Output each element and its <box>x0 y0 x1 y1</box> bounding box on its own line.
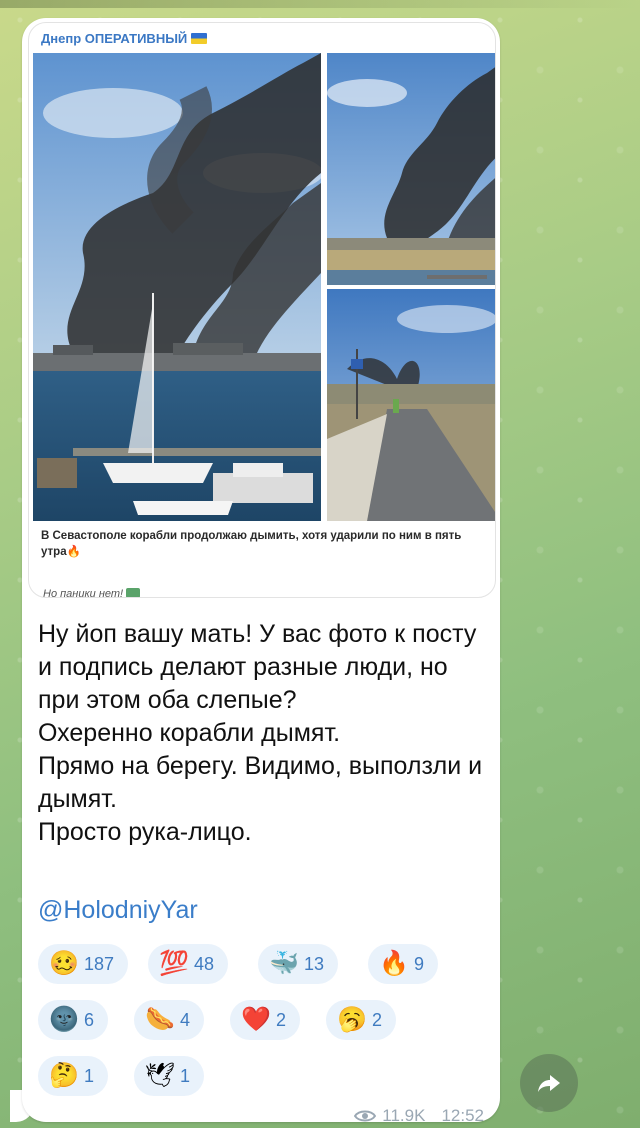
message-time: 12:52 <box>441 1106 484 1125</box>
reaction-count: 6 <box>84 1009 95 1030</box>
reaction-count: 13 <box>304 953 325 974</box>
reaction-new-moon-face[interactable]: 🌚 6 <box>38 1000 109 1040</box>
message-bubble[interactable]: Днепр ОПЕРАТИВНЫЙ В Севастополе корабли … <box>22 18 500 1125</box>
embed-note-text: Но паники нет! <box>43 588 124 598</box>
channel-name-text: Днепр ОПЕРАТИВНЫЙ <box>41 31 188 46</box>
hundred-points-icon: 💯 <box>159 950 189 977</box>
eye-icon <box>354 1110 377 1122</box>
top-edge <box>0 0 640 8</box>
reaction-dove[interactable]: 🕊 1 <box>134 1056 205 1096</box>
message-text: Ну йоп вашу мать! У вас фото к посту и п… <box>38 620 483 846</box>
heart-icon: ❤️ <box>241 1006 271 1033</box>
view-count: 11.9K <box>382 1106 426 1125</box>
thinking-face-icon: 🤔 <box>49 1062 79 1089</box>
share-arrow-icon <box>538 1075 560 1092</box>
yawning-face-icon: 🥱 <box>337 1006 367 1033</box>
reaction-count: 187 <box>84 953 115 974</box>
forwarded-post-preview[interactable]: Днепр ОПЕРАТИВНЫЙ В Севастополе корабли … <box>28 22 496 598</box>
reaction-heart[interactable]: ❤️ 2 <box>230 1000 301 1040</box>
reaction-whale[interactable]: 🐳 13 <box>258 944 339 984</box>
photo-harbor-smoke[interactable] <box>33 53 321 521</box>
fire-icon: 🔥 <box>379 950 409 977</box>
mention-link[interactable]: @HolodniyYar <box>38 896 198 925</box>
hot-dog-icon: 🌭 <box>145 1006 175 1033</box>
share-button[interactable] <box>520 1054 578 1112</box>
message-meta: 11.9K 12:52 <box>354 1106 484 1126</box>
reaction-woozy[interactable]: 🥴 187 <box>38 944 129 984</box>
embed-caption: В Севастополе корабли продолжаю дымить, … <box>41 530 462 558</box>
channel-name[interactable]: Днепр ОПЕРАТИВНЫЙ <box>41 31 208 46</box>
reaction-thinking[interactable]: 🤔 1 <box>38 1056 109 1096</box>
photo-road-smoke[interactable] <box>327 289 495 521</box>
reaction-count: 1 <box>84 1065 95 1086</box>
whale-icon: 🐳 <box>269 950 299 977</box>
reaction-fire[interactable]: 🔥 9 <box>368 944 439 984</box>
reaction-count: 1 <box>180 1065 191 1086</box>
tank-emoji-icon <box>126 588 141 597</box>
reaction-count: 4 <box>180 1009 191 1030</box>
reaction-count: 2 <box>372 1009 383 1030</box>
woozy-face-icon: 🥴 <box>49 950 79 977</box>
reaction-hot-dog[interactable]: 🌭 4 <box>134 1000 205 1040</box>
reaction-count: 9 <box>414 953 425 974</box>
embed-note: Но паники нет! <box>43 588 141 598</box>
reaction-yawning[interactable]: 🥱 2 <box>326 1000 397 1040</box>
reaction-count: 2 <box>276 1009 287 1030</box>
dove-icon: 🕊 <box>144 1062 176 1089</box>
ukraine-flag-icon <box>191 33 208 44</box>
reaction-hundred[interactable]: 💯 48 <box>148 944 229 984</box>
reaction-count: 48 <box>194 953 215 974</box>
new-moon-face-icon: 🌚 <box>49 1006 79 1033</box>
photo-smoke-distance[interactable] <box>327 53 495 285</box>
